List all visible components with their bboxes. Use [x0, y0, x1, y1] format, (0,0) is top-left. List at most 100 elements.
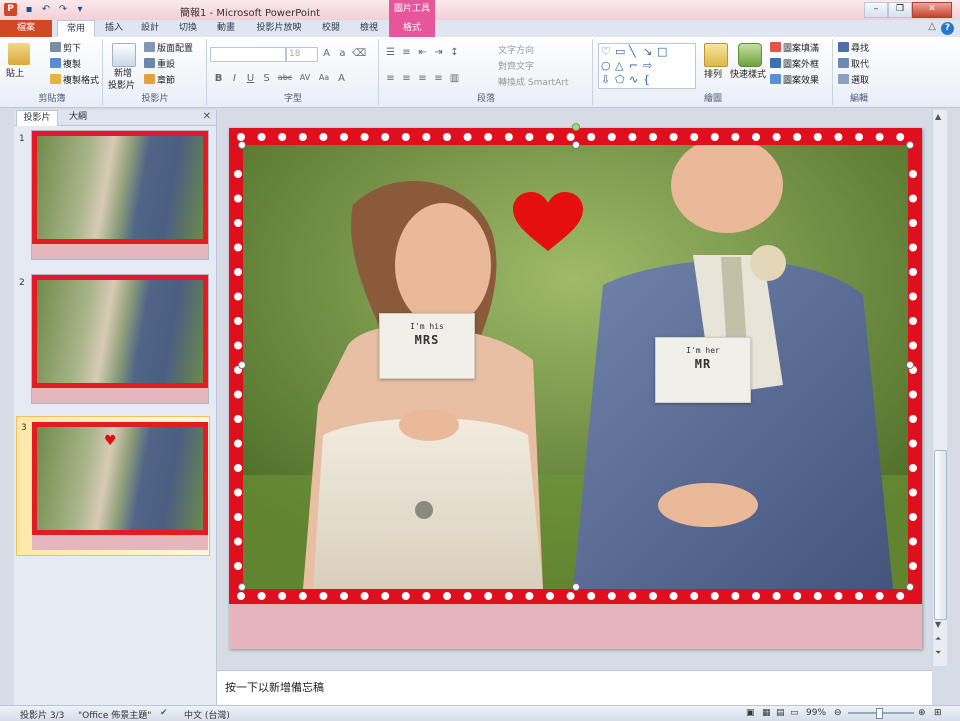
resize-handle[interactable]	[238, 141, 246, 149]
restore-icon[interactable]: ❐	[888, 2, 912, 18]
fit-to-window-icon[interactable]: ⊞	[934, 708, 942, 718]
clear-format-icon[interactable]: ⌫	[352, 48, 366, 59]
normal-view-icon[interactable]: ▣	[746, 708, 755, 718]
tab-slideshow[interactable]: 投影片放映	[250, 20, 308, 37]
format-painter-button[interactable]: 複製格式	[50, 74, 99, 87]
resize-handle[interactable]	[906, 141, 914, 149]
shape-oval-icon[interactable]: ○	[601, 59, 611, 72]
layout-button[interactable]: 版面配置	[144, 42, 193, 55]
slide-thumbnail-selected[interactable]: 3 ♥	[16, 416, 210, 556]
tab-slides-pane[interactable]: 投影片	[16, 110, 58, 126]
previous-slide-icon[interactable]: ⏶	[935, 634, 941, 644]
font-color-button[interactable]: A	[335, 73, 348, 84]
minimize-icon[interactable]: –	[864, 2, 888, 18]
tab-design[interactable]: 設計	[134, 20, 166, 37]
align-center-icon[interactable]: ≡	[400, 73, 413, 84]
columns-icon[interactable]: ▥	[448, 73, 461, 84]
char-spacing-button[interactable]: AV	[297, 73, 313, 84]
notes-pane[interactable]: 按一下以新增備忘稿	[217, 670, 932, 705]
arrange-button[interactable]: 排列	[704, 69, 722, 81]
find-button[interactable]: 尋找	[838, 42, 869, 55]
save-icon[interactable]: ▪	[22, 3, 36, 16]
copy-button[interactable]: 複製	[50, 58, 81, 71]
align-left-icon[interactable]: ≡	[384, 73, 397, 84]
slideshow-view-icon[interactable]: ▭	[790, 708, 799, 718]
zoom-out-icon[interactable]: ⊖	[834, 708, 842, 718]
quick-styles-icon[interactable]	[738, 43, 762, 67]
shape-triangle-icon[interactable]: △	[615, 59, 623, 72]
italic-button[interactable]: I	[228, 73, 241, 84]
paste-button[interactable]: 貼上	[6, 68, 24, 80]
select-button[interactable]: 選取	[838, 74, 869, 87]
zoom-slider-knob[interactable]	[876, 708, 883, 719]
wedding-photo[interactable]: I'm his MRS I'm her MR	[243, 145, 908, 589]
font-size-combo[interactable]: 18	[286, 47, 318, 62]
scroll-up-icon[interactable]: ▲	[935, 112, 941, 121]
text-direction-button[interactable]: 文字方向	[498, 45, 534, 57]
shape-arrow-icon[interactable]: ↘	[643, 45, 652, 58]
tab-outline-pane[interactable]: 大綱	[58, 110, 98, 125]
current-slide[interactable]: I'm his MRS I'm her MR	[229, 123, 922, 649]
vertical-scrollbar[interactable]: ▲ ▼ ⏶ ⏷	[932, 110, 947, 666]
resize-handle[interactable]	[572, 141, 580, 149]
shape-outline-button[interactable]: 圖案外框	[770, 58, 819, 71]
notes-placeholder[interactable]: 按一下以新增備忘稿	[225, 679, 324, 695]
close-pane-icon[interactable]: ✕	[203, 111, 211, 122]
shape-heart-icon[interactable]: ♡	[601, 45, 611, 58]
replace-button[interactable]: 取代	[838, 58, 869, 71]
minimize-ribbon-icon[interactable]: △	[928, 21, 936, 32]
shapes-gallery[interactable]: ♡ ▭ ╲ ↘ □ ○ △ ⌐ ⇨ ⇩ ⬠ ∿ {	[598, 43, 696, 89]
strikethrough-button[interactable]: abc	[276, 73, 294, 84]
shadow-button[interactable]: S	[260, 73, 273, 84]
line-spacing-icon[interactable]: ↕	[448, 47, 461, 58]
scroll-down-icon[interactable]: ▼	[935, 620, 941, 629]
smartart-button[interactable]: 轉換成 SmartArt	[498, 77, 568, 89]
shape-rect-icon[interactable]: ▭	[615, 45, 625, 58]
underline-button[interactable]: U	[244, 73, 257, 84]
shape-connector-icon[interactable]: ⌐	[629, 59, 638, 72]
font-name-combo[interactable]	[210, 47, 286, 62]
align-right-icon[interactable]: ≡	[416, 73, 429, 84]
shape-pentagon-icon[interactable]: ⬠	[615, 73, 625, 86]
scrollbar-thumb[interactable]	[934, 450, 947, 620]
justify-icon[interactable]: ≡	[432, 73, 445, 84]
cut-button[interactable]: 剪下	[50, 42, 81, 55]
resize-handle[interactable]	[906, 583, 914, 591]
next-slide-icon[interactable]: ⏷	[935, 648, 941, 658]
shape-rect2-icon[interactable]: □	[657, 45, 667, 58]
decrease-indent-icon[interactable]: ⇤	[416, 47, 429, 58]
slide-sorter-icon[interactable]: ▦	[762, 708, 771, 718]
rotate-handle[interactable]	[572, 123, 580, 131]
increase-indent-icon[interactable]: ⇥	[432, 47, 445, 58]
section-button[interactable]: 章節	[144, 74, 175, 87]
heart-shape-icon[interactable]	[511, 191, 585, 253]
zoom-level[interactable]: 99%	[806, 708, 826, 718]
tab-review[interactable]: 校閱	[314, 20, 348, 37]
bullets-icon[interactable]: ☰	[384, 47, 397, 58]
align-text-button[interactable]: 對齊文字	[498, 61, 534, 73]
tab-view[interactable]: 檢視	[352, 20, 386, 37]
reset-button[interactable]: 重設	[144, 58, 175, 71]
shape-fill-button[interactable]: 圖案填滿	[770, 42, 819, 55]
arrange-icon[interactable]	[704, 43, 728, 67]
shape-right-arrow-icon[interactable]: ⇨	[643, 59, 652, 72]
tab-transitions[interactable]: 切換	[172, 20, 204, 37]
shape-brace-icon[interactable]: {	[643, 73, 650, 86]
language-status[interactable]: 中文 (台灣)	[184, 708, 230, 721]
new-slide-button[interactable]: 新增	[114, 68, 132, 80]
close-icon[interactable]: ✕	[912, 2, 952, 18]
shape-down-arrow-icon[interactable]: ⇩	[601, 73, 610, 86]
redo-icon[interactable]: ↷	[56, 3, 70, 16]
tab-insert[interactable]: 插入	[98, 20, 130, 37]
slide-thumbnail[interactable]	[31, 274, 209, 404]
shape-effects-button[interactable]: 圖案效果	[770, 74, 819, 87]
resize-handle[interactable]	[572, 583, 580, 591]
slide-thumbnail[interactable]	[31, 130, 209, 260]
zoom-in-icon[interactable]: ⊕	[918, 708, 926, 718]
tab-home[interactable]: 常用	[57, 20, 95, 38]
resize-handle[interactable]	[906, 361, 914, 369]
help-icon[interactable]: ?	[941, 22, 954, 35]
bold-button[interactable]: B	[212, 73, 225, 84]
new-slide-icon[interactable]	[112, 43, 136, 67]
numbering-icon[interactable]: ≡	[400, 47, 413, 58]
